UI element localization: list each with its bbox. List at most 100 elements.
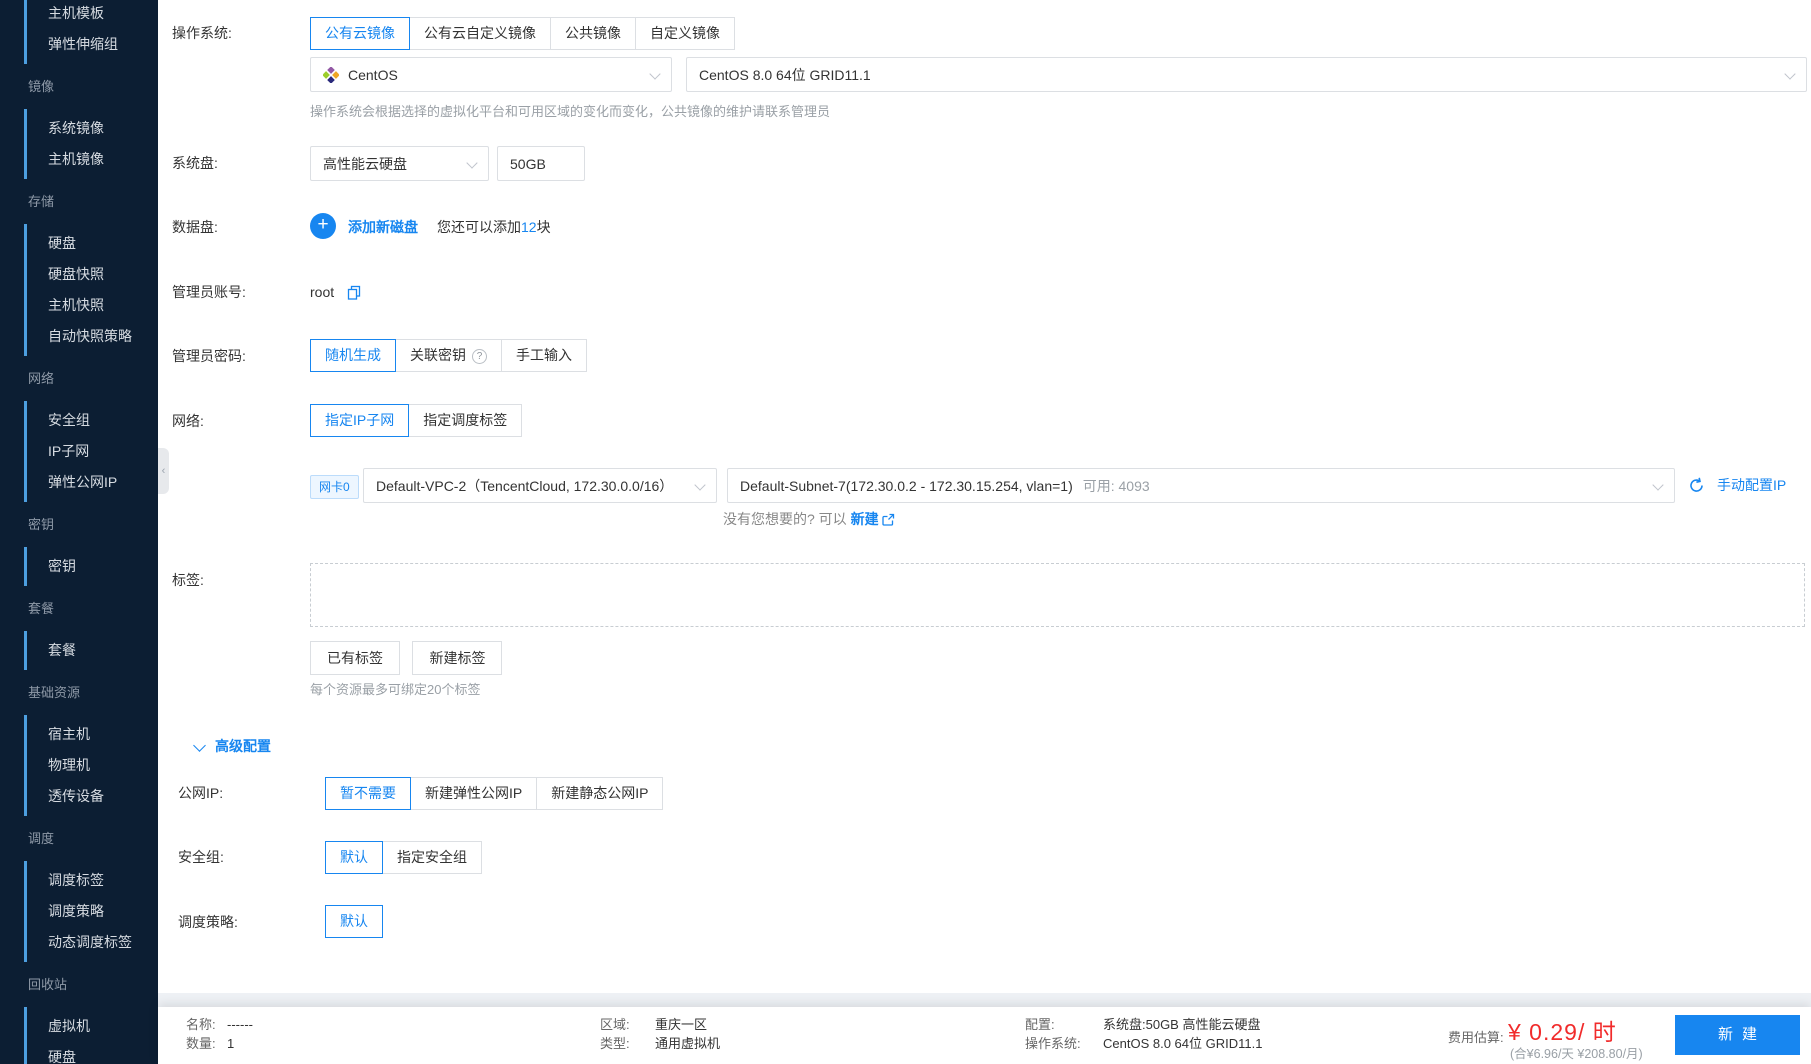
data-disk-row: 数据盘: + 添加新磁盘 您还可以添加12块 xyxy=(158,212,1811,242)
tab-default-schedule-policy[interactable]: 默认 xyxy=(325,905,383,938)
chevron-down-icon xyxy=(1652,479,1663,490)
os-family-value: CentOS xyxy=(348,67,398,83)
tab-manual-input[interactable]: 手工输入 xyxy=(501,339,587,372)
add-disk-link[interactable]: 添加新磁盘 xyxy=(348,212,418,242)
sidebar-group-keys: 密钥 xyxy=(24,547,158,586)
schedule-policy-label: 调度策略: xyxy=(178,905,238,939)
tab-no-public-ip[interactable]: 暂不需要 xyxy=(325,777,411,810)
subnet-select[interactable]: Default-Subnet-7(172.30.0.2 - 172.30.15.… xyxy=(727,468,1675,503)
create-button[interactable]: 新建 xyxy=(1675,1015,1800,1055)
sidebar-collapse-handle[interactable]: ‹ xyxy=(158,448,169,494)
tab-public-cloud-image[interactable]: 公有云镜像 xyxy=(310,17,410,50)
tab-public-image[interactable]: 公共镜像 xyxy=(550,17,636,50)
system-disk-row: 系统盘: 高性能云硬盘 xyxy=(158,146,1811,181)
tab-associate-key[interactable]: 关联密钥? xyxy=(395,339,502,372)
sidebar-group-scheduling: 调度标签 调度策略 动态调度标签 xyxy=(24,861,158,962)
sidebar-item-disk-snapshot[interactable]: 硬盘快照 xyxy=(27,259,158,290)
sidebar-item-disk[interactable]: 硬盘 xyxy=(27,228,158,259)
sidebar-section-recycle-bin: 回收站 xyxy=(0,969,158,1000)
schedule-policy-tabs: 默认 xyxy=(325,905,383,938)
vm-create-page: 主机模板 弹性伸缩组 镜像 系统镜像 主机镜像 存储 硬盘 硬盘快照 主机快照 … xyxy=(0,0,1811,1064)
tab-specify-security-group[interactable]: 指定安全组 xyxy=(382,841,482,874)
system-disk-type-select[interactable]: 高性能云硬盘 xyxy=(310,146,489,181)
sidebar-item-host-image[interactable]: 主机镜像 xyxy=(27,144,158,175)
sidebar-group-base-resources: 宿主机 物理机 透传设备 xyxy=(24,715,158,816)
footer-count-value: 1 xyxy=(227,1036,234,1051)
tab-specify-schedule-tag[interactable]: 指定调度标签 xyxy=(408,404,522,437)
admin-password-label: 管理员密码: xyxy=(172,339,246,373)
sidebar-item-key[interactable]: 密钥 xyxy=(27,551,158,582)
subnet-available: 可用: 4093 xyxy=(1083,476,1150,496)
tags-buttons-row: 已有标签 新建标签 xyxy=(158,641,1811,675)
sidebar-group-packages: 套餐 xyxy=(24,631,158,670)
footer-region-type: 区域:重庆一区 类型:通用虚拟机 xyxy=(600,1015,720,1053)
tab-new-elastic-ip[interactable]: 新建弹性公网IP xyxy=(410,777,537,810)
tags-dropzone[interactable] xyxy=(310,563,1805,627)
chevron-down-icon xyxy=(1784,68,1795,79)
sidebar-item-host-machine[interactable]: 宿主机 xyxy=(27,719,158,750)
sidebar-item-auto-snapshot-policy[interactable]: 自动快照策略 xyxy=(27,321,158,352)
footer-os-value: CentOS 8.0 64位 GRID11.1 xyxy=(1103,1036,1262,1051)
system-disk-label: 系统盘: xyxy=(172,146,218,181)
sidebar-item-schedule-policy[interactable]: 调度策略 xyxy=(27,896,158,927)
sidebar-section-storage: 存储 xyxy=(0,186,158,217)
sidebar-item-elastic-public-ip[interactable]: 弹性公网IP xyxy=(27,467,158,498)
sidebar-section-keys: 密钥 xyxy=(0,509,158,540)
sidebar-item-dynamic-schedule-tag[interactable]: 动态调度标签 xyxy=(27,927,158,958)
sidebar: 主机模板 弹性伸缩组 镜像 系统镜像 主机镜像 存储 硬盘 硬盘快照 主机快照 … xyxy=(0,0,158,1064)
sidebar-item-recycle-vm[interactable]: 虚拟机 xyxy=(27,1011,158,1042)
sidebar-item-host-template[interactable]: 主机模板 xyxy=(27,0,158,29)
data-disk-label: 数据盘: xyxy=(172,212,218,242)
sidebar-item-physical-machine[interactable]: 物理机 xyxy=(27,750,158,781)
subnet-create-link[interactable]: 新建 xyxy=(851,511,879,527)
sidebar-item-passthrough-device[interactable]: 透传设备 xyxy=(27,781,158,812)
subnet-value: Default-Subnet-7(172.30.0.2 - 172.30.15.… xyxy=(740,478,1073,494)
new-tag-button[interactable]: 新建标签 xyxy=(412,641,502,675)
os-version-select[interactable]: CentOS 8.0 64位 GRID11.1 xyxy=(686,57,1807,92)
add-disk-plus-icon[interactable]: + xyxy=(310,213,336,239)
sidebar-item-system-image[interactable]: 系统镜像 xyxy=(27,113,158,144)
vpc-value: Default-VPC-2（TencentCloud, 172.30.0.0/1… xyxy=(376,476,673,496)
tab-new-static-ip[interactable]: 新建静态公网IP xyxy=(536,777,663,810)
footer-config-os: 配置:系统盘:50GB 高性能云硬盘 操作系统:CentOS 8.0 64位 G… xyxy=(1025,1015,1262,1053)
sidebar-item-ip-subnet[interactable]: IP子网 xyxy=(27,436,158,467)
system-disk-size-input[interactable] xyxy=(497,146,585,181)
footer-price-sub: (合¥6.96/天 ¥208.80/月) xyxy=(1510,1043,1643,1062)
refresh-icon[interactable] xyxy=(1688,477,1705,494)
tab-random-generate[interactable]: 随机生成 xyxy=(310,339,396,372)
sidebar-section-packages: 套餐 xyxy=(0,593,158,624)
chevron-down-icon xyxy=(193,739,206,752)
sidebar-item-package[interactable]: 套餐 xyxy=(27,635,158,666)
tab-public-cloud-custom-image[interactable]: 公有云自定义镜像 xyxy=(409,17,551,50)
help-icon[interactable]: ? xyxy=(472,349,487,364)
data-disk-hint: 您还可以添加12块 xyxy=(437,212,551,242)
tab-specify-ip-subnet[interactable]: 指定IP子网 xyxy=(310,404,409,437)
os-family-select[interactable]: CentOS xyxy=(310,57,672,92)
sidebar-item-schedule-tag[interactable]: 调度标签 xyxy=(27,865,158,896)
security-group-row: 安全组: 默认 指定安全组 xyxy=(158,841,1811,874)
vpc-select[interactable]: Default-VPC-2（TencentCloud, 172.30.0.0/1… xyxy=(363,468,717,503)
admin-account-row: 管理员账号: root xyxy=(158,277,1811,307)
subnet-create-hint: 没有您想要的? 可以 新建 xyxy=(723,509,895,529)
copy-icon[interactable] xyxy=(347,285,361,300)
footer-name-value: ------ xyxy=(227,1017,253,1032)
os-hint: 操作系统会根据选择的虚拟化平台和可用区域的变化而变化，公共镜像的维护请联系管理员 xyxy=(310,101,830,120)
sidebar-item-security-group[interactable]: 安全组 xyxy=(27,405,158,436)
tab-default-security-group[interactable]: 默认 xyxy=(325,841,383,874)
chevron-down-icon xyxy=(694,479,705,490)
advanced-config-toggle[interactable]: 高级配置 xyxy=(158,736,1811,754)
tab-custom-image[interactable]: 自定义镜像 xyxy=(635,17,735,50)
sidebar-group-host: 主机模板 弹性伸缩组 xyxy=(24,0,158,64)
external-link-icon[interactable] xyxy=(882,513,895,526)
sidebar-group-network: 安全组 IP子网 弹性公网IP xyxy=(24,401,158,502)
sidebar-item-host-snapshot[interactable]: 主机快照 xyxy=(27,290,158,321)
sidebar-item-auto-scaling-group[interactable]: 弹性伸缩组 xyxy=(27,29,158,60)
existing-tags-button[interactable]: 已有标签 xyxy=(310,641,400,675)
sidebar-section-scheduling: 调度 xyxy=(0,823,158,854)
manual-ip-link[interactable]: 手动配置IP xyxy=(1717,468,1786,503)
advanced-config-title: 高级配置 xyxy=(215,736,271,756)
sidebar-item-recycle-disk[interactable]: 硬盘 xyxy=(27,1042,158,1064)
nic0-badge: 网卡0 xyxy=(310,475,359,499)
tags-row: 标签: xyxy=(158,563,1811,627)
chevron-down-icon xyxy=(649,68,660,79)
